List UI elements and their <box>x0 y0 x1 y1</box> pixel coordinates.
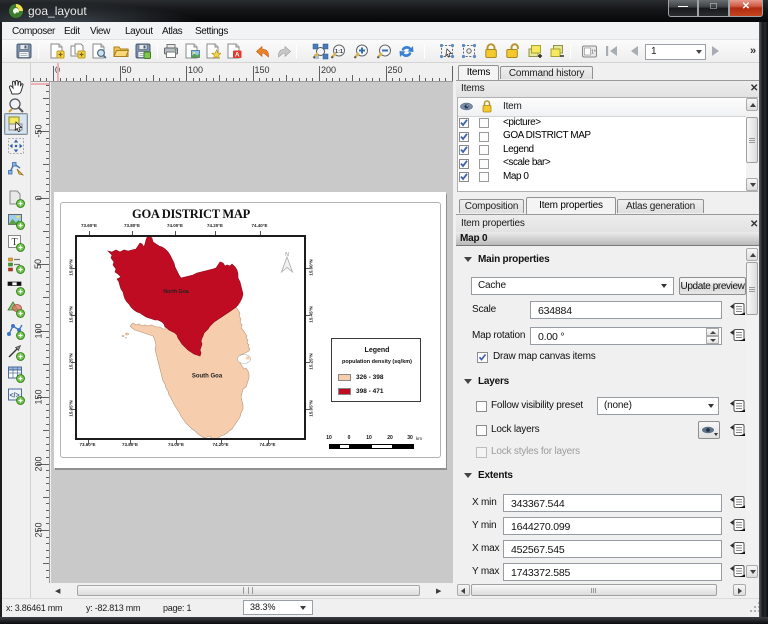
svg-text:A: A <box>235 51 240 58</box>
svg-text:1*: 1* <box>591 50 596 56</box>
svg-text:st: st <box>125 336 127 340</box>
svg-text:South Goa: South Goa <box>192 374 223 380</box>
svg-text:North Goa: North Goa <box>163 289 188 295</box>
